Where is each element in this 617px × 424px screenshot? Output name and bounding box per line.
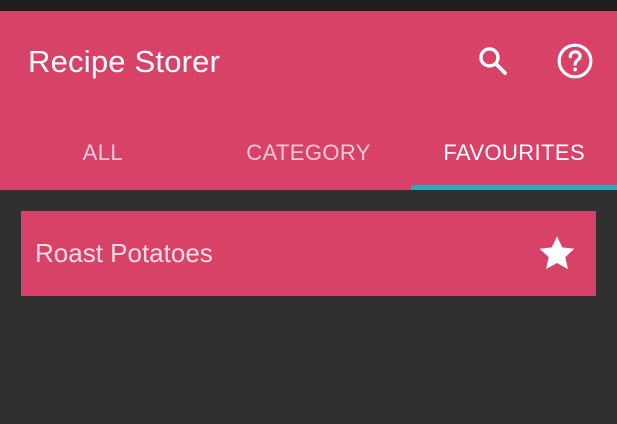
tab-bar: ALL CATEGORY FAVOURITES bbox=[0, 115, 617, 190]
tab-label: FAVOURITES bbox=[443, 139, 586, 165]
tab-label: CATEGORY bbox=[246, 139, 371, 165]
app-bar: Recipe Storer ALL CATEGORY FAVOURITES bbox=[0, 11, 617, 190]
app-title: Recipe Storer bbox=[28, 44, 221, 79]
tab-label: ALL bbox=[82, 139, 124, 165]
recipe-storer-screen: Recipe Storer ALL CATEGORY FAVOURITES Ro… bbox=[0, 0, 617, 424]
tab-category[interactable]: CATEGORY bbox=[206, 115, 412, 190]
star-icon bbox=[539, 236, 575, 270]
tab-all[interactable]: ALL bbox=[0, 115, 206, 190]
search-icon bbox=[479, 47, 507, 75]
tab-indicator bbox=[411, 185, 617, 190]
tab-favourites[interactable]: FAVOURITES bbox=[411, 115, 617, 190]
recipe-list-item[interactable]: Roast Potatoes bbox=[21, 211, 596, 296]
favourite-toggle-button[interactable] bbox=[534, 231, 580, 277]
status-bar bbox=[0, 0, 617, 11]
help-button[interactable] bbox=[553, 39, 597, 83]
recipe-title: Roast Potatoes bbox=[35, 238, 213, 268]
help-circle-icon bbox=[557, 43, 593, 79]
search-button[interactable] bbox=[471, 39, 515, 83]
